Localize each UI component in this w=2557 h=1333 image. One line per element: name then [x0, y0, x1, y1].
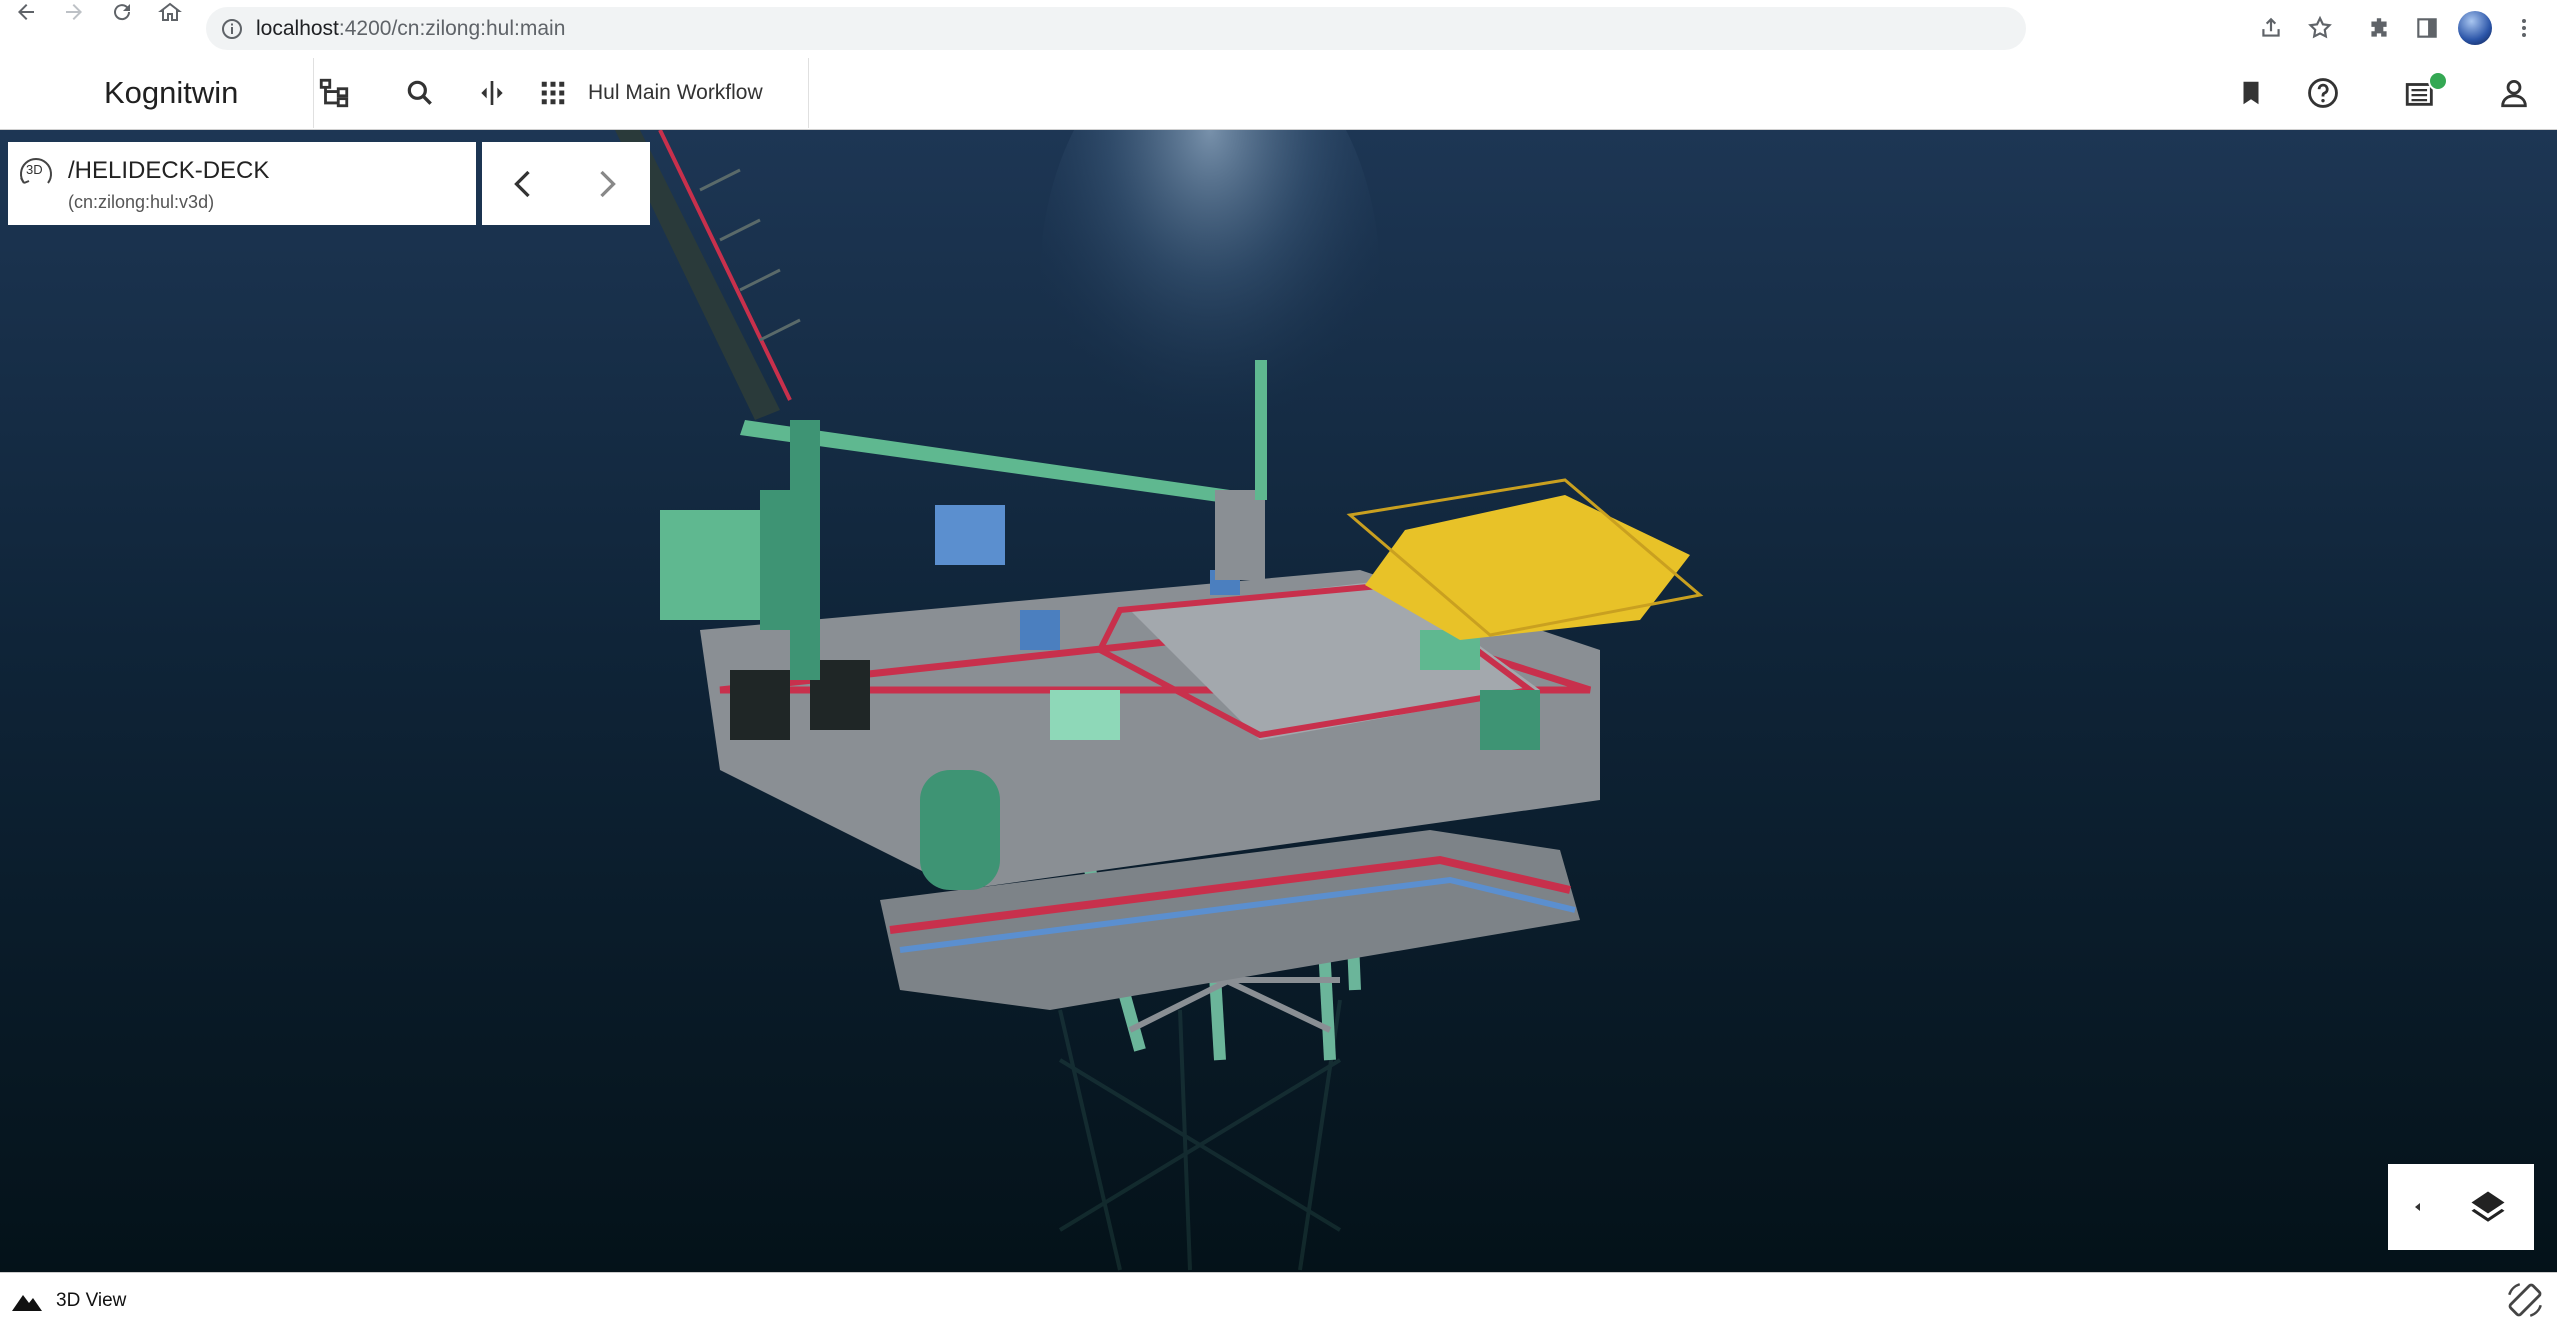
bookmark-icon[interactable] [2227, 69, 2275, 117]
3d-viewport[interactable] [0, 130, 2557, 1272]
view-mode-label[interactable]: 3D View [56, 1290, 126, 1312]
layers-icon[interactable] [2466, 1186, 2510, 1235]
3d-scene[interactable] [0, 130, 2557, 1272]
3d-rotate-icon: 3D [16, 153, 58, 195]
app-header [0, 57, 2557, 130]
next-button[interactable] [588, 162, 624, 211]
back-icon[interactable] [14, 0, 38, 29]
help-icon[interactable] [2299, 69, 2347, 117]
reload-icon[interactable] [110, 0, 134, 29]
previous-button[interactable] [506, 162, 542, 211]
screen-rotation-icon[interactable] [2504, 1279, 2546, 1326]
user-icon[interactable] [2490, 69, 2538, 117]
tree-hierarchy-icon[interactable] [310, 69, 358, 117]
status-bar [0, 1272, 2557, 1333]
home-icon[interactable] [158, 0, 182, 29]
mountain-icon [10, 1289, 44, 1318]
collapse-left-icon[interactable] [2406, 1192, 2430, 1227]
apps-grid-icon[interactable] [529, 69, 577, 117]
breadcrumb-path: /HELIDECK-DECK [68, 157, 270, 184]
search-icon[interactable] [396, 69, 444, 117]
extensions-icon[interactable] [2366, 15, 2392, 46]
menu-icon[interactable] [2512, 15, 2536, 46]
header-divider [808, 58, 809, 128]
app-title[interactable]: Kognitwin [104, 75, 238, 111]
forward-icon[interactable] [62, 0, 86, 29]
3d-badge: 3D [26, 162, 43, 177]
share-icon[interactable] [2258, 15, 2284, 46]
split-view-icon[interactable] [468, 69, 516, 117]
info-icon[interactable] [220, 17, 244, 46]
blue-container [935, 505, 1005, 565]
notification-badge [2428, 71, 2448, 91]
workflow-selector[interactable]: Hul Main Workflow [588, 81, 763, 105]
breadcrumb-id: (cn:zilong:hul:v3d) [68, 192, 215, 212]
url-host: localhost [256, 17, 339, 40]
sidepanel-icon[interactable] [2414, 15, 2440, 46]
url-path: :4200/cn:zilong:hul:main [338, 17, 566, 40]
profile-avatar[interactable] [2458, 11, 2492, 45]
url-text: localhost:4200/cn:zilong:hul:main [256, 17, 565, 41]
tank [920, 770, 1000, 890]
tasks-icon[interactable] [2396, 69, 2448, 117]
star-icon[interactable] [2307, 15, 2333, 46]
